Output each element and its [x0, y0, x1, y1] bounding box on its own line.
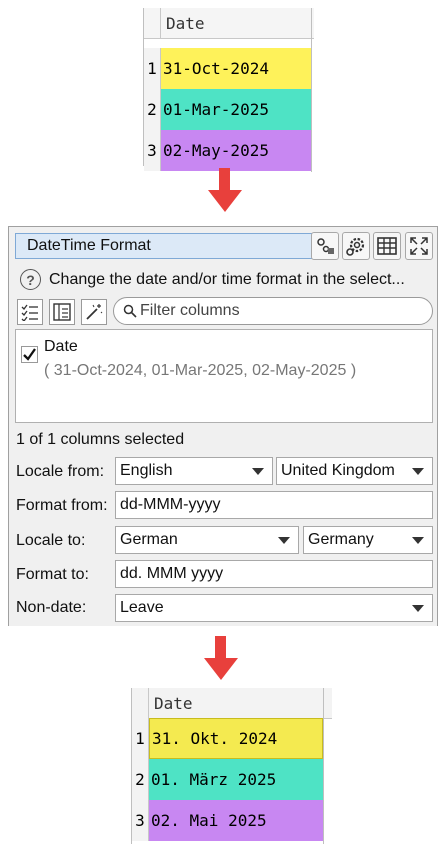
locale-to-country-select[interactable]: Germany: [303, 526, 433, 554]
table-row: 3 02. Mai 2025: [132, 800, 332, 841]
table-row: 2 01. März 2025: [132, 759, 332, 800]
column-header-date[interactable]: Date: [154, 694, 193, 713]
date-cell[interactable]: 02-May-2025: [161, 130, 311, 171]
row-number: 2: [144, 89, 161, 130]
datetime-format-panel: DateTime Format ? Change the date and/or…: [8, 226, 438, 626]
checkmark-icon: [23, 348, 36, 361]
table-row: 1 31-Oct-2024: [144, 48, 314, 89]
output-data-table: Date 1 31. Okt. 2024 2 01. März 2025 3 0…: [131, 688, 332, 844]
chevron-down-icon: [412, 605, 424, 612]
format-to-label: Format to:: [16, 566, 89, 583]
locale-from-language-select[interactable]: English: [115, 457, 273, 485]
locale-to-label: Locale to:: [16, 532, 86, 549]
non-date-label: Non-date:: [16, 599, 87, 616]
help-icon[interactable]: ?: [20, 269, 41, 290]
locale-from-country-select[interactable]: United Kingdom: [276, 457, 433, 485]
row-number: 3: [144, 130, 161, 171]
maximize-icon: [410, 237, 428, 255]
column-divider: [311, 8, 312, 172]
locale-to-country-value: Germany: [308, 531, 374, 548]
table-view-button[interactable]: [373, 232, 401, 260]
locale-to-language-select[interactable]: German: [115, 526, 299, 554]
column-checkbox[interactable]: [21, 346, 38, 363]
date-cell[interactable]: 31. Okt. 2024: [149, 718, 323, 759]
maximize-button[interactable]: [405, 232, 433, 260]
input-data-table: Date 1 31-Oct-2024 2 01-Mar-2025 3 02-Ma…: [143, 8, 314, 172]
date-cell[interactable]: 02. Mai 2025: [149, 800, 323, 841]
select-all-button[interactable]: [17, 299, 43, 325]
format-from-input[interactable]: dd-MMM-yyyy: [115, 491, 433, 519]
panel-title[interactable]: DateTime Format: [15, 233, 314, 259]
row-header-corner: [132, 688, 149, 718]
column-header-date[interactable]: Date: [166, 14, 205, 33]
list-icon: [53, 303, 71, 321]
row-number: 2: [132, 759, 149, 800]
non-date-select[interactable]: Leave: [115, 594, 433, 622]
table-row: 1 31. Okt. 2024: [132, 718, 332, 759]
magic-wand-icon: [86, 304, 103, 320]
row-header-corner: [144, 8, 161, 38]
row-number: 1: [132, 718, 149, 759]
table-header: Date: [144, 8, 314, 39]
gear-icon: [346, 237, 365, 256]
column-sample-values: ( 31-Oct-2024, 01-Mar-2025, 02-May-2025 …: [44, 362, 357, 379]
search-icon: [123, 304, 137, 318]
date-cell[interactable]: 01. März 2025: [149, 759, 323, 800]
non-date-value: Leave: [120, 599, 164, 616]
table-header: Date: [132, 688, 332, 719]
settings-button[interactable]: [342, 232, 370, 260]
date-cell[interactable]: 01-Mar-2025: [161, 89, 311, 130]
chevron-down-icon: [412, 537, 424, 544]
table-row: 3 02-May-2025: [144, 130, 314, 171]
data-icon: [317, 238, 334, 254]
magic-wand-button[interactable]: [81, 299, 107, 325]
data-button[interactable]: [311, 232, 339, 260]
row-number: 3: [132, 800, 149, 841]
row-number: 1: [144, 48, 161, 89]
column-list-button[interactable]: [49, 299, 75, 325]
selected-count: 1 of 1 columns selected: [16, 431, 185, 448]
date-cell[interactable]: 31-Oct-2024: [161, 48, 311, 89]
filter-columns-input[interactable]: Filter columns: [113, 297, 433, 325]
checklist-icon: [21, 304, 38, 321]
down-arrow-icon: [204, 636, 238, 680]
locale-from-country-value: United Kingdom: [281, 462, 395, 479]
table-icon: [377, 237, 397, 255]
format-from-label: Format from:: [16, 497, 108, 514]
chevron-down-icon: [412, 468, 424, 475]
locale-from-language-value: English: [120, 462, 173, 479]
chevron-down-icon: [278, 537, 290, 544]
table-row: 2 01-Mar-2025: [144, 89, 314, 130]
format-to-input[interactable]: dd. MMM yyyy: [115, 560, 433, 588]
chevron-down-icon: [252, 468, 264, 475]
down-arrow-icon: [208, 168, 242, 212]
locale-to-language-value: German: [120, 531, 178, 548]
locale-from-label: Locale from:: [16, 463, 105, 480]
filter-placeholder: Filter columns: [140, 302, 240, 319]
panel-description: Change the date and/or time format in th…: [49, 271, 405, 288]
column-list: Date ( 31-Oct-2024, 01-Mar-2025, 02-May-…: [15, 329, 433, 423]
column-divider: [323, 688, 324, 844]
column-name[interactable]: Date: [44, 338, 78, 356]
